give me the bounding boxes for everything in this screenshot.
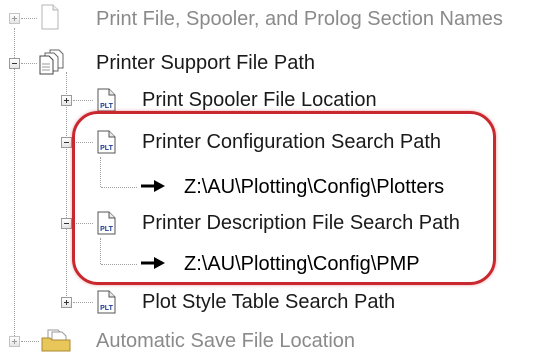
tree-connector [21,341,39,342]
tree-item[interactable]: Print Spooler File Location [140,83,379,117]
folder-documents-icon [41,329,71,352]
tree-item-label: Automatic Save File Location [96,329,356,352]
collapse-toggle[interactable] [61,137,72,148]
multiple-documents-icon [39,49,64,75]
collapse-toggle[interactable] [9,58,20,69]
collapse-toggle[interactable] [61,218,72,229]
tree-branch-line [100,157,101,187]
expand-toggle[interactable] [9,336,20,347]
plt-document-icon: PLT [97,211,116,235]
tree-trunk-line [14,28,15,344]
plt-document-icon: PLT [97,88,116,112]
expand-toggle[interactable] [61,95,72,106]
blank-document-icon [41,4,59,30]
tree-branch-line [100,238,101,264]
tree-connector [73,223,93,224]
tree-item[interactable]: Automatic Save File Location [94,324,357,358]
arrow-right-icon [141,257,165,269]
expand-toggle[interactable] [9,13,20,24]
tree-connector [21,18,37,19]
tree-connector [73,100,93,101]
tree-item[interactable]: Printer Support File Path [94,46,317,80]
plt-document-icon: PLT [97,290,116,314]
tree-connector [21,63,37,64]
tree-branch-line [66,72,67,302]
tree-item-label: Printer Support File Path [96,51,315,74]
svg-text:PLT: PLT [100,226,113,233]
expand-toggle[interactable] [61,297,72,308]
plt-document-icon: PLT [97,130,116,154]
tree-item[interactable]: Plot Style Table Search Path [140,285,397,319]
tree-connector [101,264,137,265]
tree-item-label: Print Spooler File Location [142,88,377,111]
tree-item[interactable]: Z:\AU\Plotting\Config\Plotters [182,170,446,204]
path-value: Z:\AU\Plotting\Config\PMP [184,252,420,275]
tree-item[interactable]: Z:\AU\Plotting\Config\PMP [182,247,422,281]
tree-item[interactable]: Print File, Spooler, and Prolog Section … [94,2,505,36]
svg-text:PLT: PLT [100,103,113,110]
tree-connector [101,187,137,188]
tree-item-label: Printer Description File Search Path [142,211,460,234]
tree-item[interactable]: Printer Description File Search Path [140,206,462,240]
arrow-right-icon [141,180,165,192]
tree-connector [73,142,93,143]
tree-item-label: Print File, Spooler, and Prolog Section … [96,7,503,30]
tree-item[interactable]: Printer Configuration Search Path [140,125,443,159]
tree-item-label: Plot Style Table Search Path [142,290,396,313]
svg-text:PLT: PLT [100,145,113,152]
svg-text:PLT: PLT [100,305,113,312]
path-value: Z:\AU\Plotting\Config\Plotters [184,175,445,198]
options-tree: Print File, Spooler, and Prolog Section … [0,0,536,354]
tree-connector [73,302,93,303]
tree-item-label: Printer Configuration Search Path [142,130,442,153]
